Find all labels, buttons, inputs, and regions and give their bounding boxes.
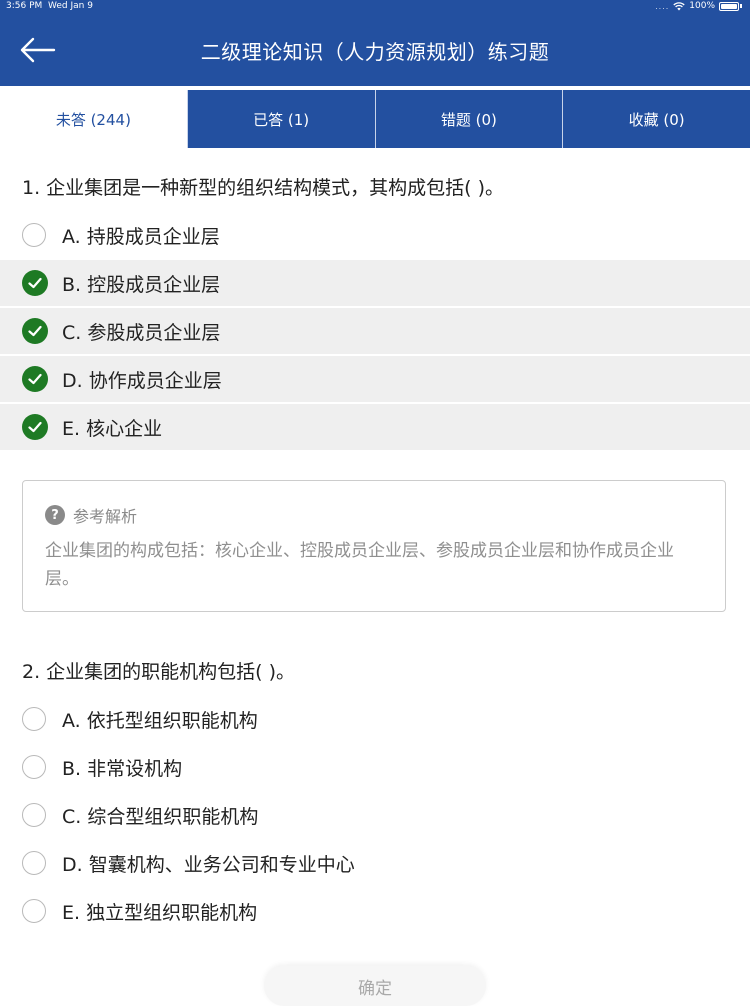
check-circle-icon [22,414,48,440]
option-label: E. 核心企业 [62,417,163,440]
tab-wrong[interactable]: 错题 (0) [374,90,563,148]
wifi-icon [673,1,685,10]
option-label: D. 协作成员企业层 [62,369,222,392]
question-1: 1. 企业集团是一种新型的组织结构模式，其构成包括( )。 A. 持股成员企业层… [0,164,750,452]
status-right: .... 100% [655,1,742,11]
nav-bar: 二级理论知识（人力资源规划）练习题 [0,14,750,86]
radio-unchecked-icon [22,755,46,779]
battery-percent: 100% [689,1,715,11]
tab-bar: 未答 (244) 已答 (1) 错题 (0) 收藏 (0) [0,90,750,150]
status-time: 3:56 PM [6,1,43,11]
question-2: 2. 企业集团的职能机构包括( )。 A. 依托型组织职能机构 B. 非常设机构… [0,648,750,936]
option-label: B. 非常设机构 [62,757,183,780]
page-title: 二级理论知识（人力资源规划）练习题 [200,40,550,64]
option-e[interactable]: E. 独立型组织职能机构 [0,888,750,934]
battery-tip [740,4,742,8]
option-d[interactable]: D. 智囊机构、业务公司和专业中心 [0,840,750,886]
radio-unchecked-icon [22,899,46,923]
status-bar: 3:56 PM Wed Jan 9 .... 100% [0,0,750,14]
analysis-title: 参考解析 [73,507,138,526]
analysis-panel: ? 参考解析 企业集团的构成包括：核心企业、控股成员企业层、参股成员企业层和协作… [22,480,726,612]
option-d[interactable]: D. 协作成员企业层 [0,356,750,402]
confirm-button[interactable]: 确定 [264,966,486,1006]
question-mark-icon: ? [45,505,65,525]
radio-unchecked-icon [22,803,46,827]
status-date: Wed Jan 9 [48,1,93,11]
analysis-text: 企业集团的构成包括：核心企业、控股成员企业层、参股成员企业层和协作成员企业层。 [45,541,674,589]
check-circle-icon [22,318,48,344]
option-a[interactable]: A. 依托型组织职能机构 [0,696,750,742]
tab-answered[interactable]: 已答 (1) [186,90,375,148]
radio-unchecked-icon [22,707,46,731]
check-circle-icon [22,366,48,392]
option-label: B. 控股成员企业层 [62,273,221,296]
option-label: D. 智囊机构、业务公司和专业中心 [62,853,355,876]
option-a[interactable]: A. 持股成员企业层 [0,212,750,258]
option-label: E. 独立型组织职能机构 [62,901,258,924]
option-c[interactable]: C. 参股成员企业层 [0,308,750,354]
tab-unanswered[interactable]: 未答 (244) [0,90,187,148]
option-label: A. 依托型组织职能机构 [62,709,258,732]
option-label: A. 持股成员企业层 [62,225,220,248]
tab-favorites[interactable]: 收藏 (0) [562,90,750,148]
option-label: C. 参股成员企业层 [62,321,221,344]
option-b[interactable]: B. 非常设机构 [0,744,750,790]
signal-dots: .... [655,1,670,11]
question-title: 1. 企业集团是一种新型的组织结构模式，其构成包括( )。 [22,177,505,199]
check-circle-icon [22,270,48,296]
option-b[interactable]: B. 控股成员企业层 [0,260,750,306]
radio-unchecked-icon [22,851,46,875]
battery-icon [719,1,739,11]
radio-unchecked-icon [22,223,46,247]
option-label: C. 综合型组织职能机构 [62,805,259,828]
question-title: 2. 企业集团的职能机构包括( )。 [22,661,296,683]
option-c[interactable]: C. 综合型组织职能机构 [0,792,750,838]
analysis-heading: ? 参考解析 [45,503,137,527]
option-e[interactable]: E. 核心企业 [0,404,750,450]
